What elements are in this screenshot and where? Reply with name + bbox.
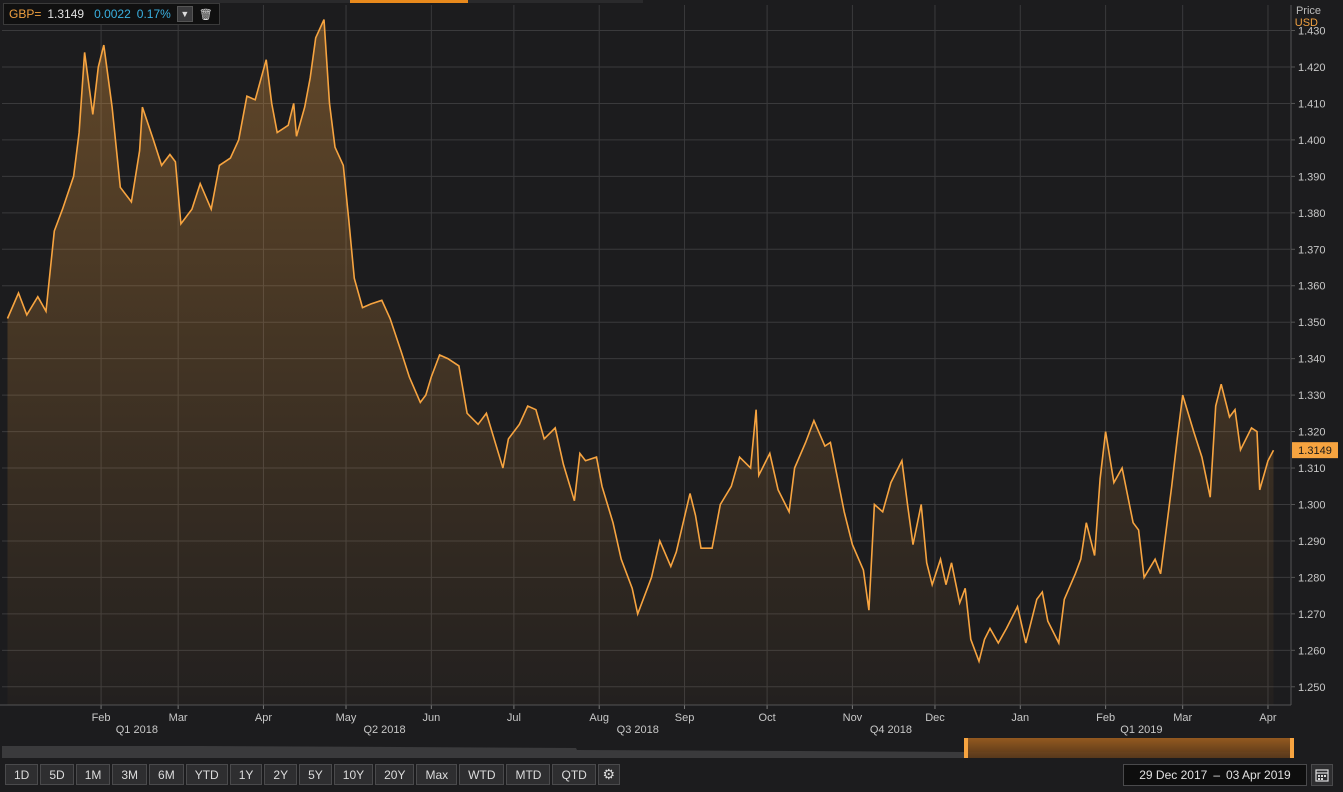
period-button-max[interactable]: Max [416, 764, 458, 785]
y-tick-label: 1.310 [1298, 463, 1326, 475]
y-axis-title: Price [1295, 5, 1321, 17]
date-range-field[interactable]: 29 Dec 2017 – 03 Apr 2019 [1123, 764, 1307, 786]
period-button-6m[interactable]: 6M [149, 764, 184, 785]
period-button-qtd[interactable]: QTD [552, 764, 596, 785]
y-tick-label: 1.280 [1298, 572, 1326, 584]
gear-icon[interactable]: ⚙ [597, 764, 620, 785]
x-tick-label: Feb [1096, 712, 1115, 724]
x-quarter-label: Q3 2018 [617, 724, 659, 736]
x-quarter-label: Q1 2018 [116, 724, 158, 736]
y-tick-label: 1.410 [1298, 98, 1326, 110]
trash-icon[interactable]: 🗑 [199, 8, 213, 21]
period-button-1d[interactable]: 1D [5, 764, 39, 785]
x-tick-label: Mar [169, 712, 188, 724]
y-tick-label: 1.250 [1298, 682, 1326, 694]
x-tick-label: Apr [1259, 712, 1276, 724]
y-tick-label: 1.340 [1298, 354, 1326, 366]
y-tick-label: 1.300 [1298, 499, 1326, 511]
x-tick-label: Dec [925, 712, 945, 724]
navigator-right-handle[interactable] [1290, 738, 1294, 758]
period-button-ytd[interactable]: YTD [185, 764, 228, 785]
x-tick-label: May [336, 712, 357, 724]
y-tick-label: 1.390 [1298, 171, 1326, 183]
x-quarter-label: Q2 2018 [363, 724, 405, 736]
price-area-fill [7, 19, 1274, 706]
period-button-1m[interactable]: 1M [75, 764, 111, 785]
navigator-left-handle[interactable] [964, 738, 968, 758]
legend-change-pct: 0.17% [136, 7, 171, 21]
y-tick-label: 1.270 [1298, 609, 1326, 621]
period-button-3m[interactable]: 3M [112, 764, 148, 785]
period-button-10y[interactable]: 10Y [333, 764, 374, 785]
date-range-end: 03 Apr 2019 [1226, 768, 1291, 782]
date-range-separator: – [1213, 768, 1220, 782]
x-tick-label: Feb [92, 712, 111, 724]
y-tick-label: 1.290 [1298, 536, 1326, 548]
period-toolbar: 1D 5D 1M 3M 6M YTD 1Y 2Y 5Y 10Y 20Y Max … [5, 764, 620, 785]
period-button-mtd[interactable]: MTD [506, 764, 551, 785]
x-quarter-label: Q4 2018 [870, 724, 912, 736]
y-axis: 1.250 1.260 1.270 1.280 1.290 1.300 1.310 1.320… [1291, 26, 1326, 694]
legend-ric: GBP= [9, 7, 42, 21]
calendar-icon[interactable] [1311, 764, 1333, 786]
y-tick-label: 1.360 [1298, 281, 1326, 293]
y-tick-label: 1.420 [1298, 62, 1326, 74]
x-tick-label: Jul [507, 712, 521, 724]
svg-text:1.3149: 1.3149 [1298, 445, 1332, 457]
y-tick-label: 1.330 [1298, 390, 1326, 402]
range-navigator [2, 738, 1294, 758]
x-tick-label: Oct [759, 712, 776, 724]
period-button-5d[interactable]: 5D [40, 764, 74, 785]
x-tick-label: Sep [675, 712, 695, 724]
legend-price: 1.3149 [47, 7, 85, 21]
navigator-selection[interactable] [966, 738, 1292, 758]
y-tick-label: 1.370 [1298, 244, 1326, 256]
period-button-5y[interactable]: 5Y [299, 764, 332, 785]
y-tick-label: 1.350 [1298, 317, 1326, 329]
x-tick-label: Aug [589, 712, 609, 724]
y-tick-label: 1.380 [1298, 208, 1326, 220]
x-tick-label: Nov [843, 712, 863, 724]
last-price-tag: 1.3149 [1292, 442, 1338, 459]
legend-change: 0.0022 [94, 7, 131, 21]
date-range-start: 29 Dec 2017 [1139, 768, 1208, 782]
y-axis-currency: USD [1294, 17, 1318, 29]
period-button-1y[interactable]: 1Y [229, 764, 263, 785]
chevron-down-icon[interactable]: ▼ [176, 6, 193, 22]
x-tick-label: Apr [255, 712, 272, 724]
period-button-2y[interactable]: 2Y [264, 764, 298, 785]
period-button-wtd[interactable]: WTD [459, 764, 505, 785]
price-chart[interactable]: 1.250 1.260 1.270 1.280 1.290 1.300 1.310 1.320… [0, 0, 1343, 792]
y-tick-label: 1.260 [1298, 645, 1326, 657]
y-tick-label: 1.400 [1298, 135, 1326, 147]
period-button-20y[interactable]: 20Y [375, 764, 415, 785]
x-tick-label: Jan [1011, 712, 1029, 724]
x-tick-label: Mar [1173, 712, 1192, 724]
x-axis: Feb Mar Apr May Jun Jul Aug Sep Oct Nov Dec Jan Feb M… [92, 705, 1277, 736]
x-tick-label: Jun [422, 712, 440, 724]
x-quarter-label: Q1 2019 [1120, 724, 1162, 736]
y-tick-label: 1.320 [1298, 427, 1326, 439]
instrument-legend: GBP= 1.3149 0.0022 0.17% ▼ 🗑 [3, 3, 220, 25]
